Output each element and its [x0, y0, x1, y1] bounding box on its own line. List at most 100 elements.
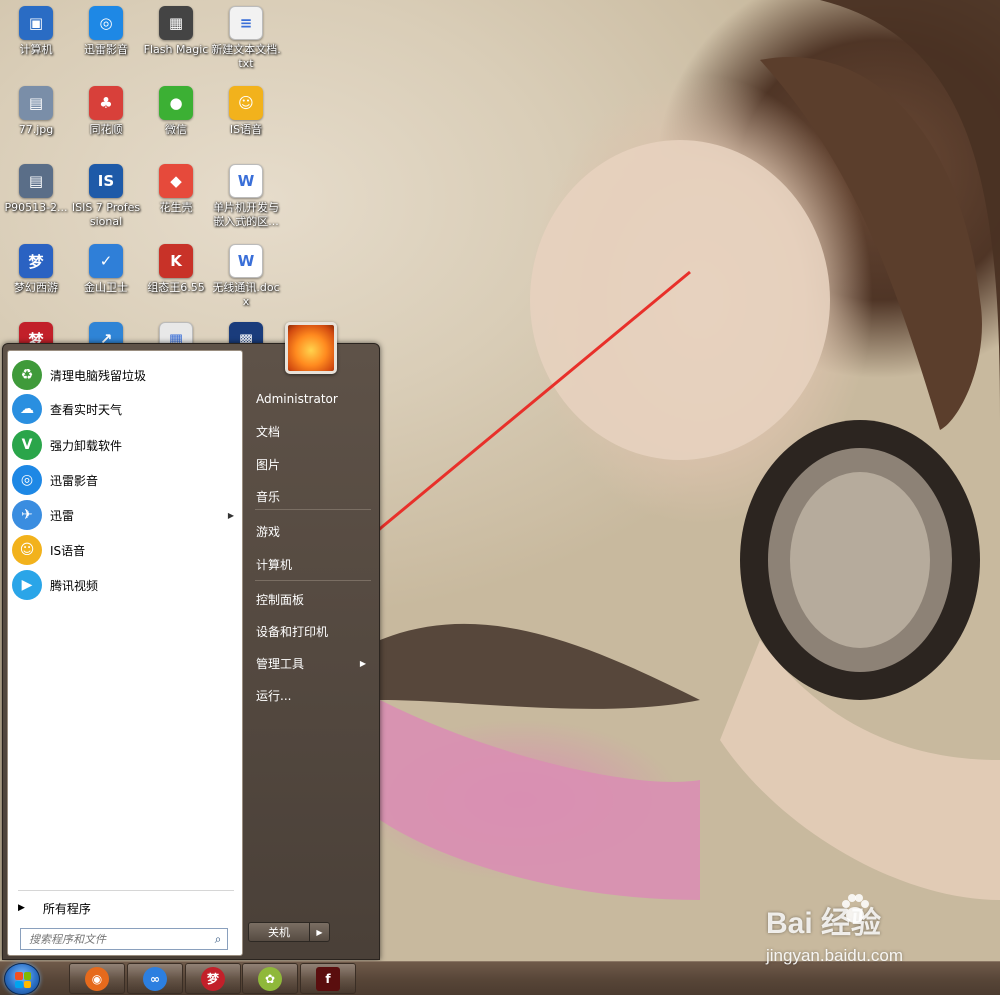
start-menu-link[interactable]: Administrator — [250, 387, 376, 411]
baidu-netdisk-icon: ∞ — [143, 966, 167, 991]
baidu-jingyan-watermark: Bai 经验 jingyan.baidu.com — [766, 888, 966, 983]
taskbar-button-mhxy[interactable]: 梦 — [185, 963, 241, 994]
desktop-icon[interactable]: IS ISIS 7 Professional — [70, 164, 142, 229]
start-menu-program[interactable]: ♻ 清理电脑残留垃圾 — [12, 359, 240, 391]
desktop-app-icon: ▤ — [19, 164, 53, 198]
start-menu-link[interactable]: 设备和打印机 — [250, 619, 376, 643]
start-menu-link[interactable]: 游戏 — [250, 519, 376, 543]
desktop-app-icon: ▦ — [159, 6, 193, 40]
desktop-icon-label: 组态王6.55 — [147, 281, 205, 294]
arrow-right-icon: ▶ — [18, 903, 25, 913]
desktop-app-icon: IS — [89, 164, 123, 198]
program-icon: ♻ — [12, 360, 42, 390]
windows-logo-icon — [15, 972, 31, 988]
desktop-icon-label: 计算机 — [19, 43, 53, 56]
desktop-icon-label: P90513-2... — [4, 201, 68, 214]
start-menu-program[interactable]: ✈ 迅雷 ▶ — [12, 499, 240, 531]
start-menu-link-label: 计算机 — [256, 557, 293, 572]
desktop-icon[interactable]: ≡ 新建文本文档.txt — [210, 6, 282, 71]
shutdown-button[interactable]: 关机 — [248, 922, 310, 942]
desktop-app-icon: ◎ — [89, 6, 123, 40]
divider — [18, 890, 234, 891]
desktop-icon[interactable]: ◎ 迅雷影音 — [70, 6, 142, 57]
start-menu-program[interactable]: V 强力卸载软件 — [12, 429, 240, 461]
start-menu-program[interactable]: ◎ 迅雷影音 — [12, 464, 240, 496]
desktop-icon[interactable]: W 无线通讯.docx — [210, 244, 282, 309]
desktop-icon-label: 花生壳 — [159, 201, 193, 214]
submenu-arrow-icon: ▶ — [359, 658, 366, 668]
start-search-box[interactable]: ⌕ — [20, 928, 228, 950]
desktop-app-icon: ● — [159, 86, 193, 120]
start-menu-program[interactable]: ☁ 查看实时天气 — [12, 393, 240, 425]
desktop-icon[interactable]: W 单片机开发与嵌入式的区... — [210, 164, 282, 229]
submenu-arrow-icon: ▶ — [227, 510, 234, 520]
desktop-icon-label: 新建文本文档.txt — [211, 43, 281, 70]
user-avatar[interactable] — [285, 322, 337, 374]
start-menu-link[interactable]: 文档 — [250, 419, 376, 443]
desktop-icon-label: Flash Magic — [143, 43, 209, 56]
shutdown-options-button[interactable]: ▶ — [310, 922, 330, 942]
all-programs-button[interactable]: ▶ 所有程序 — [18, 897, 91, 919]
arrow-right-icon: ▶ — [316, 927, 323, 937]
desktop-app-icon: K — [159, 244, 193, 278]
start-menu-link[interactable]: 音乐 — [250, 484, 376, 508]
start-menu-program[interactable]: ▶ 腾讯视频 — [12, 569, 240, 601]
program-label: IS语音 — [50, 543, 86, 558]
desktop-icon[interactable]: ✓ 金山卫士 — [70, 244, 142, 295]
divider — [255, 509, 371, 510]
peanut-icon: ✿ — [258, 966, 282, 991]
program-icon: ▶ — [12, 570, 42, 600]
desktop-icon[interactable]: K 组态王6.55 — [140, 244, 212, 295]
desktop-app-icon: ◆ — [159, 164, 193, 198]
desktop-icon[interactable]: ▤ P90513-2... — [0, 164, 72, 215]
program-icon: V — [12, 430, 42, 460]
desktop-icon-label: 无线通讯.docx — [212, 281, 280, 308]
desktop-icon-label: 迅雷影音 — [84, 43, 128, 56]
start-button[interactable] — [4, 963, 40, 995]
start-menu-link[interactable]: 图片 — [250, 452, 376, 476]
desktop-icon[interactable]: 梦梦幻西游 — [0, 244, 72, 295]
start-search-input[interactable] — [21, 932, 209, 946]
watermark-url: jingyan.baidu.com — [766, 946, 904, 965]
program-icon: ✈ — [12, 500, 42, 530]
program-label: 腾讯视频 — [50, 578, 99, 593]
taskbar-button-baidu-netdisk[interactable]: ∞ — [127, 963, 183, 994]
start-menu-link-label: 游戏 — [256, 524, 281, 539]
start-menu-link[interactable]: 运行... — [250, 683, 376, 707]
desktop-app-icon: ▣ — [19, 6, 53, 40]
desktop-icon-label: 梦幻西游 — [14, 281, 58, 294]
desktop-icon[interactable]: ▦ Flash Magic — [140, 6, 212, 57]
taskbar-button-flash[interactable]: f — [300, 963, 356, 994]
desktop-icon[interactable]: ▣ 计算机 — [0, 6, 72, 57]
mhxy-icon: 梦 — [201, 966, 225, 991]
start-menu-link-label: 图片 — [256, 457, 281, 472]
desktop-icon[interactable]: ▤ 77.jpg — [0, 86, 72, 137]
desktop-icon-label: 同花顺 — [89, 123, 123, 136]
program-label: 清理电脑残留垃圾 — [50, 368, 147, 383]
desktop-icon-label: 微信 — [165, 123, 187, 136]
taskbar-button-firefox[interactable]: ◉ — [69, 963, 125, 994]
desktop-app-icon: ♣ — [89, 86, 123, 120]
desktop-app-icon: ☺ — [229, 86, 263, 120]
search-icon[interactable]: ⌕ — [209, 932, 227, 947]
desktop-icon[interactable]: ◆ 花生壳 — [140, 164, 212, 215]
start-menu-link-label: 运行... — [256, 688, 292, 703]
start-menu-link[interactable]: 控制面板 — [250, 587, 376, 611]
desktop-app-icon: ✓ — [89, 244, 123, 278]
desktop-icon[interactable]: ● 微信 — [140, 86, 212, 137]
desktop-app-icon: 梦 — [19, 244, 53, 278]
taskbar-button-peanut[interactable]: ✿ — [242, 963, 298, 994]
program-label: 迅雷影音 — [50, 473, 99, 488]
baidu-paw-icon — [842, 894, 869, 923]
desktop-app-icon: W — [229, 244, 263, 278]
start-menu-link[interactable]: 管理工具 ▶ — [250, 651, 376, 675]
desktop-icon-label: 单片机开发与嵌入式的区... — [213, 201, 279, 228]
desktop-icon[interactable]: ♣ 同花顺 — [70, 86, 142, 137]
flash-icon: f — [316, 966, 340, 991]
start-menu-program[interactable]: ☺ IS语音 — [12, 534, 240, 566]
desktop-app-icon: ≡ — [229, 6, 263, 40]
start-menu-link-label: 设备和打印机 — [256, 624, 329, 639]
start-menu-link-label: 音乐 — [256, 489, 281, 504]
desktop-icon[interactable]: ☺ IS语音 — [210, 86, 282, 137]
start-menu-link[interactable]: 计算机 — [250, 552, 376, 576]
